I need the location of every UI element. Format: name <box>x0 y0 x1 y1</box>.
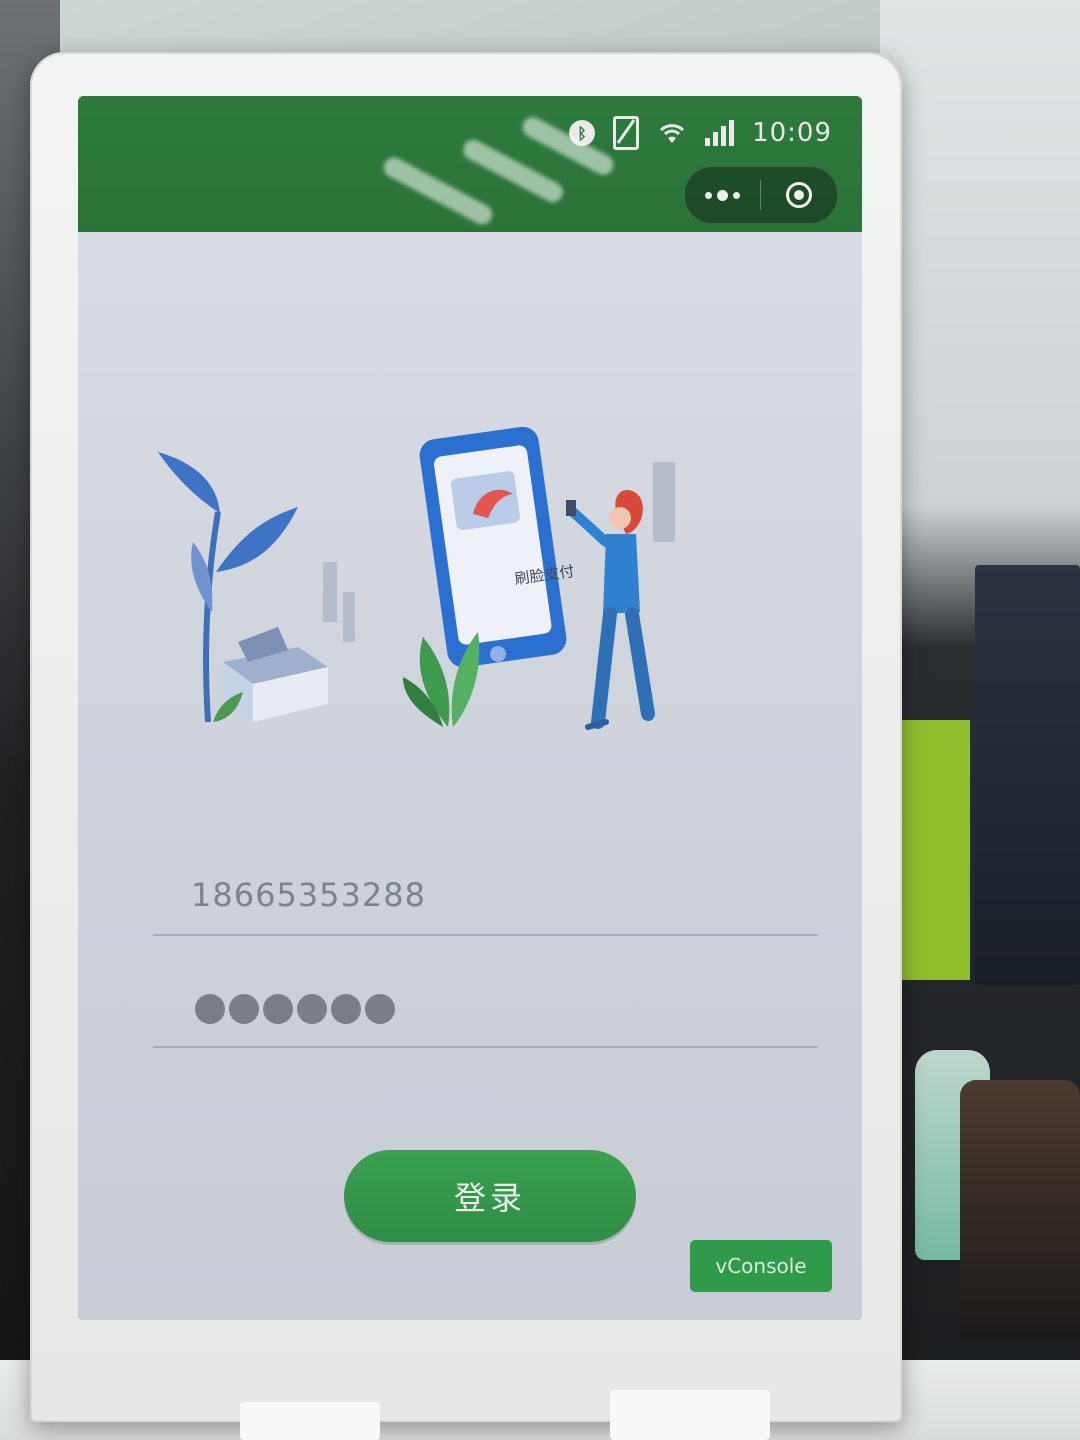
target-close-icon[interactable] <box>761 167 836 223</box>
password-mask <box>195 994 395 1024</box>
status-time: 10:09 <box>752 118 832 148</box>
device-screen: ᛒ 10:09 刷脸支付 18665353288 登录 vConsole <box>78 96 862 1320</box>
background-cup <box>960 1080 1080 1340</box>
device-stand-left <box>240 1402 380 1440</box>
device-stand-right <box>610 1390 770 1440</box>
background-green-panel <box>900 720 970 980</box>
face-pay-illustration: 刷脸支付 <box>158 426 675 730</box>
more-dots-icon[interactable] <box>685 167 760 223</box>
signal-icon <box>705 120 735 146</box>
phone-input-value: 18665353288 <box>191 876 426 914</box>
phone-input[interactable]: 18665353288 <box>153 872 818 936</box>
login-button[interactable]: 登录 <box>344 1150 636 1242</box>
password-input[interactable] <box>153 982 818 1048</box>
background-monitor <box>975 565 1080 985</box>
vconsole-button[interactable]: vConsole <box>690 1240 832 1292</box>
status-icons: ᛒ 10:09 <box>569 116 832 150</box>
mini-program-capsule <box>684 166 838 224</box>
login-page: 刷脸支付 18665353288 登录 vConsole <box>78 232 862 1320</box>
wifi-icon <box>657 121 687 145</box>
no-sim-icon <box>613 116 640 150</box>
